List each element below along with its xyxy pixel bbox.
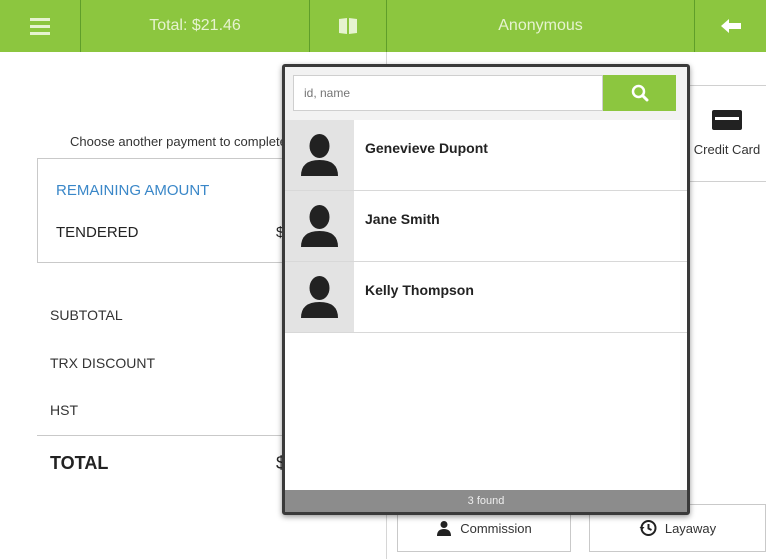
customer-name: Jane Smith [365,211,440,227]
choose-payment-text: Choose another payment to complete t [70,134,295,149]
credit-card-icon [712,110,742,130]
commission-label: Commission [460,520,532,536]
hst-label: HST [50,402,78,418]
search-button[interactable] [603,75,676,111]
credit-card-button[interactable]: Credit Card [686,85,766,182]
tendered-label: TENDERED [56,224,139,241]
person-icon [301,134,338,176]
person-icon [301,205,338,247]
subtotal-label: SUBTOTAL [50,307,123,323]
total-display: Total: $21.46 [149,17,241,34]
back-button[interactable] [695,0,766,52]
list-item[interactable]: Kelly Thompson [285,262,687,333]
card-icon [339,18,357,34]
avatar [285,191,354,261]
menu-icon [30,14,50,39]
top-bar: Total: $21.46 Anonymous [0,0,766,52]
customer-name: Kelly Thompson [365,282,474,298]
person-icon [301,276,338,318]
total-label: TOTAL [50,453,109,473]
search-icon [631,84,648,102]
results-count-bar: 3 found [285,490,687,512]
avatar [285,120,354,190]
menu-button[interactable] [0,0,80,52]
avatar [285,262,354,332]
trx-discount-label: TRX DISCOUNT [50,355,155,371]
credit-card-label: Credit Card [693,142,761,157]
customer-list: Genevieve Dupont Jane Smith Kelly Thomps… [285,120,687,333]
back-arrow-icon [720,19,741,33]
list-item[interactable]: Jane Smith [285,191,687,262]
history-icon [639,520,657,536]
drawer-button[interactable] [310,0,386,52]
layaway-label: Layaway [664,520,717,536]
person-icon [437,521,452,536]
remaining-amount-label[interactable]: REMAINING AMOUNT [56,182,209,199]
customer-selector[interactable]: Anonymous [387,0,694,52]
list-item[interactable]: Genevieve Dupont [285,120,687,191]
customer-name: Genevieve Dupont [365,140,488,156]
search-input[interactable] [293,75,603,111]
customer-search-popup: Genevieve Dupont Jane Smith Kelly Thomps… [282,64,690,515]
search-bar [285,67,687,121]
